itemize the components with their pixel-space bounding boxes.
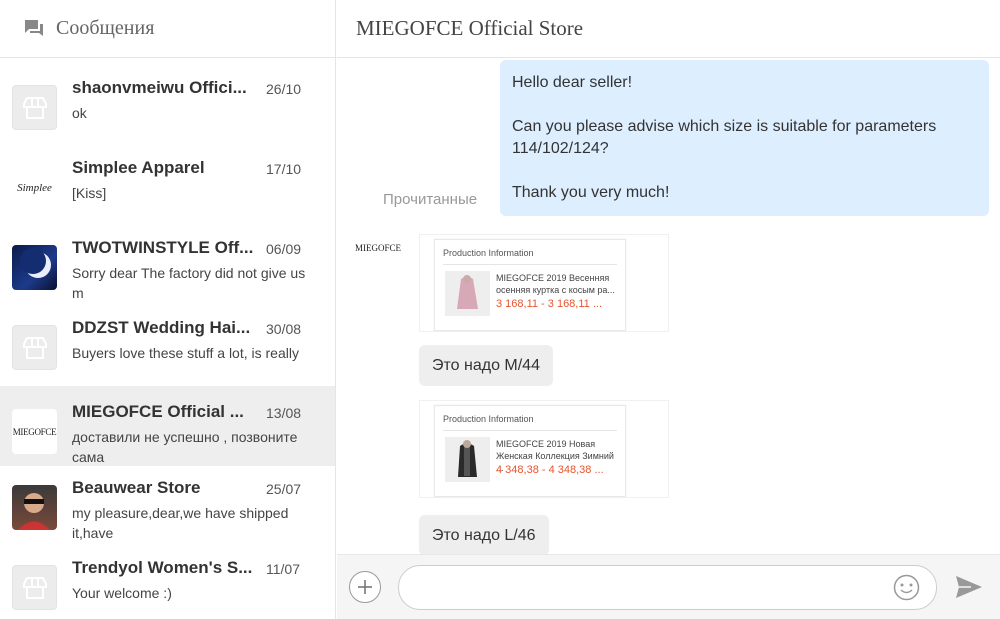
conversation-date: 11/07 (266, 561, 300, 577)
conversation-name: shaonvmeiwu Offici... (72, 78, 247, 97)
conversation-name: Beauwear Store (72, 478, 201, 497)
conversation-date: 26/10 (266, 81, 302, 97)
message-line: Can you please advise which size is suit… (512, 118, 937, 157)
conversation-item[interactable]: shaonvmeiwu Offici... 26/10 ok (0, 62, 335, 142)
conversation-date: 06/09 (266, 241, 302, 257)
chat-title: MIEGOFCE Official Store (356, 16, 584, 40)
conversation-date: 17/10 (266, 161, 302, 177)
send-icon[interactable] (955, 575, 983, 599)
read-status: Прочитанные (383, 191, 478, 208)
store-icon (12, 325, 57, 370)
product-message: Production Information MIEGOFCE 2019 Вес… (419, 234, 669, 332)
incoming-message: Это надо L/46 (419, 515, 549, 554)
conversation-item[interactable]: Beauwear Store 25/07 my pleasure,dear,we… (0, 462, 335, 542)
conversation-preview: Buyers love these stuff a lot, is really (72, 345, 299, 361)
product-price: 4 348,38 - 4 348,38 ... (496, 464, 604, 476)
conversation-date: 25/07 (266, 481, 302, 497)
sidebar-title: Сообщения (56, 17, 155, 39)
conversation-name: MIEGOFCE Official ... (72, 402, 244, 421)
plus-icon (358, 580, 372, 594)
conversation-name: DDZST Wedding Hai... (72, 318, 251, 337)
outgoing-message: Hello dear seller! Can you please advise… (500, 60, 989, 216)
store-icon (12, 565, 57, 610)
chat-panel: MIEGOFCE Official Store Hello dear selle… (337, 0, 1000, 619)
product-thumbnail (445, 437, 490, 482)
store-icon (12, 85, 57, 130)
conversation-preview: Sorry dear The factory did not give us m (72, 265, 306, 301)
add-attachment-button[interactable] (349, 571, 381, 603)
miegofce-logo: MIEGOFCE (12, 409, 57, 454)
incoming-message: Это надо M/44 (419, 345, 553, 386)
message-input-bar (337, 554, 1000, 619)
product-thumbnail (445, 271, 490, 316)
simplee-logo: Simplee (12, 165, 57, 210)
chat-bubbles-icon (25, 19, 43, 36)
conversation-name: Trendyol Women's S... (72, 558, 253, 577)
product-card[interactable]: Production Information MIEGOFCE 2019 Нов… (434, 405, 626, 497)
product-name: MIEGOFCE 2019 Весенняя осенняя куртка с … (496, 273, 615, 295)
conversation-preview: доставили не успешно , позвоните сама (72, 429, 298, 465)
message-list[interactable]: Hello dear seller! Can you please advise… (337, 58, 1000, 554)
conversation-item[interactable]: TWOTWINSTYLE Off... 06/09 Sorry dear The… (0, 222, 335, 302)
conversation-date: 13/08 (266, 405, 302, 421)
sidebar-header: Сообщения (0, 0, 335, 58)
conversation-sidebar: Сообщения shaonvmeiwu Offici... 26/10 ok… (0, 0, 336, 619)
conversation-preview: ok (72, 105, 87, 121)
conversation-item[interactable]: DDZST Wedding Hai... 30/08 Buyers love t… (0, 302, 335, 382)
conversation-item[interactable]: Trendyol Women's S... 11/07 Your welcome… (0, 542, 335, 619)
product-message: Production Information MIEGOFCE 2019 Нов… (419, 400, 669, 498)
conversation-item-active[interactable]: MIEGOFCE MIEGOFCE Official ... 13/08 дос… (0, 386, 335, 466)
message-line: Thank you very much! (512, 184, 670, 201)
product-card-header: Production Information (443, 248, 534, 258)
moon-photo-avatar (12, 245, 57, 290)
message-input[interactable] (398, 565, 937, 610)
product-card[interactable]: Production Information MIEGOFCE 2019 Вес… (434, 239, 626, 331)
product-price: 3 168,11 - 3 168,11 ... (496, 298, 603, 310)
conversation-name: TWOTWINSTYLE Off... (72, 238, 254, 257)
conversation-item[interactable]: Simplee Simplee Apparel 17/10 [Kiss] (0, 142, 335, 222)
conversation-preview: my pleasure,dear,we have shipped it,have (72, 505, 289, 541)
person-photo-avatar (12, 485, 57, 530)
conversation-date: 30/08 (266, 321, 302, 337)
conversation-preview: Your welcome :) (72, 585, 172, 601)
chat-header: MIEGOFCE Official Store (337, 0, 1000, 58)
conversation-preview: [Kiss] (72, 185, 107, 201)
product-card-header: Production Information (443, 414, 534, 424)
message-line: Hello dear seller! (512, 74, 633, 91)
conversation-name: Simplee Apparel (72, 158, 205, 177)
seller-avatar: MIEGOFCE (355, 243, 402, 253)
emoji-icon[interactable] (893, 574, 920, 601)
messenger-app: Сообщения shaonvmeiwu Offici... 26/10 ok… (0, 0, 1000, 619)
